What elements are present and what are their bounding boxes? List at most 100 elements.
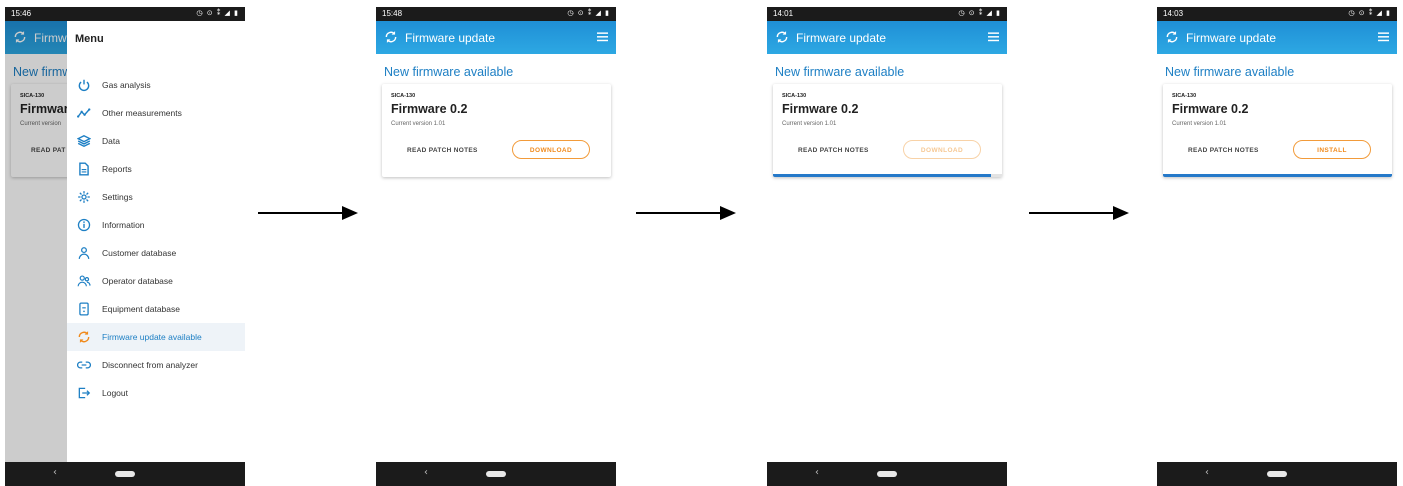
system-nav-bar: ‹ <box>767 462 1007 486</box>
person-icon <box>78 247 90 259</box>
app-bar: Firmware update <box>1157 21 1397 54</box>
menu-item-other-measurements[interactable]: Other measurements <box>67 99 245 127</box>
menu-item-information[interactable]: Information <box>67 211 245 239</box>
read-patch-notes-button[interactable]: READ PATCH NOTES <box>1188 147 1259 154</box>
analyzer-model: SICA-130 <box>782 93 807 99</box>
logout-icon <box>78 387 91 399</box>
status-icons: ◷ ⊙ ⁑ ◢ ▮ <box>1348 9 1391 17</box>
firmware-card: SICA-130 Firmware 0.2 Current version 1.… <box>1163 84 1392 177</box>
menu-item-data[interactable]: Data <box>67 127 245 155</box>
hamburger-menu-icon[interactable] <box>597 32 608 42</box>
app-bar-title: Firmware update <box>1186 31 1277 45</box>
menu-item-label: Customer database <box>102 248 177 258</box>
home-nav-icon[interactable] <box>115 471 135 477</box>
app-bar-title: Firmware update <box>405 31 496 45</box>
hamburger-menu-icon[interactable] <box>988 32 999 42</box>
current-version: Current version 1.01 <box>782 121 837 127</box>
status-time: 15:46 <box>11 9 32 18</box>
menu-item-gas-analysis[interactable]: Gas analysis <box>67 71 245 99</box>
download-progress-bar <box>1163 174 1392 177</box>
back-nav-icon[interactable]: ‹ <box>424 467 428 478</box>
menu-item-label: Firmware update available <box>102 332 202 342</box>
system-nav-bar: ‹ <box>376 462 616 486</box>
gear-icon <box>78 191 90 203</box>
status-bar: 15:48 ◷ ⊙ ⁑ ◢ ▮ <box>376 7 616 21</box>
menu-item-label: Equipment database <box>102 304 180 314</box>
back-nav-icon[interactable]: ‹ <box>815 467 819 478</box>
current-version: Current version 1.01 <box>391 121 446 127</box>
document-icon <box>79 162 89 176</box>
download-progress-fill <box>773 174 991 177</box>
download-button-disabled: DOWNLOAD <box>903 140 981 159</box>
back-nav-icon[interactable]: ‹ <box>53 467 57 478</box>
status-time: 14:01 <box>773 9 794 18</box>
device-icon <box>79 302 89 316</box>
phone-screen-menu: 15:46 ◷ ⊙ ⁑ ◢ ▮ Firmw New firmw SICA-130… <box>5 7 245 486</box>
menu-title: Menu <box>75 33 104 45</box>
menu-item-settings[interactable]: Settings <box>67 183 245 211</box>
menu-item-reports[interactable]: Reports <box>67 155 245 183</box>
menu-item-customer-database[interactable]: Customer database <box>67 239 245 267</box>
system-nav-bar: ‹ <box>1157 462 1397 486</box>
menu-item-label: Logout <box>102 388 128 398</box>
menu-item-label: Other measurements <box>102 108 182 118</box>
menu-item-label: Information <box>102 220 145 230</box>
firmware-card: SICA-130 Firmware 0.2 Current version 1.… <box>773 84 1002 177</box>
navigation-drawer: Menu Gas analysis Other measurements Dat… <box>67 21 245 462</box>
download-progress-fill <box>1163 174 1392 177</box>
power-icon <box>78 79 90 92</box>
hamburger-menu-icon[interactable] <box>1378 32 1389 42</box>
download-button[interactable]: DOWNLOAD <box>512 140 590 159</box>
home-nav-icon[interactable] <box>486 471 506 477</box>
status-icons: ◷ ⊙ ⁑ ◢ ▮ <box>958 9 1001 17</box>
info-icon <box>77 218 91 232</box>
refresh-icon <box>1166 31 1178 43</box>
install-button[interactable]: INSTALL <box>1293 140 1371 159</box>
firmware-card: SICA-130 Firmware 0.2 Current version 1.… <box>382 84 611 177</box>
firmware-version-title: Firmware 0.2 <box>1172 102 1249 116</box>
status-time: 15:48 <box>382 9 403 18</box>
firmware-version-title: Firmware 0.2 <box>391 102 468 116</box>
layers-icon <box>77 134 91 148</box>
link-icon <box>77 361 91 369</box>
menu-item-label: Data <box>102 136 120 146</box>
menu-item-label: Reports <box>102 164 132 174</box>
status-icons: ◷ ⊙ ⁑ ◢ ▮ <box>196 9 239 17</box>
status-bar: 15:46 ◷ ⊙ ⁑ ◢ ▮ <box>5 7 245 21</box>
back-nav-icon[interactable]: ‹ <box>1205 467 1209 478</box>
menu-item-label: Operator database <box>102 276 173 286</box>
home-nav-icon[interactable] <box>1267 471 1287 477</box>
read-patch-notes-button[interactable]: READ PATCH NOTES <box>798 147 869 154</box>
phone-screen-install: 14:03 ◷ ⊙ ⁑ ◢ ▮ Firmware update New firm… <box>1157 7 1397 486</box>
analyzer-model: SICA-130 <box>1172 93 1197 99</box>
line-chart-icon <box>77 108 91 118</box>
home-nav-icon[interactable] <box>877 471 897 477</box>
app-bar: Firmware update <box>376 21 616 54</box>
flow-arrow-icon <box>636 206 736 220</box>
analyzer-model: SICA-130 <box>391 93 416 99</box>
status-bar: 14:03 ◷ ⊙ ⁑ ◢ ▮ <box>1157 7 1397 21</box>
menu-item-disconnect[interactable]: Disconnect from analyzer <box>67 351 245 379</box>
menu-item-equipment-database[interactable]: Equipment database <box>67 295 245 323</box>
page-heading: New firmware available <box>775 65 905 79</box>
status-icons: ◷ ⊙ ⁑ ◢ ▮ <box>567 9 610 17</box>
page-heading: New firmware available <box>384 65 514 79</box>
status-bar: 14:01 ◷ ⊙ ⁑ ◢ ▮ <box>767 7 1007 21</box>
refresh-icon <box>385 31 397 43</box>
menu-item-operator-database[interactable]: Operator database <box>67 267 245 295</box>
firmware-version-title: Firmware 0.2 <box>782 102 859 116</box>
current-version: Current version 1.01 <box>1172 121 1227 127</box>
refresh-icon <box>78 331 90 343</box>
menu-item-label: Disconnect from analyzer <box>102 360 198 370</box>
status-time: 14:03 <box>1163 9 1184 18</box>
refresh-icon <box>776 31 788 43</box>
menu-item-firmware-update[interactable]: Firmware update available <box>67 323 245 351</box>
menu-item-logout[interactable]: Logout <box>67 379 245 407</box>
download-progress-bar <box>773 174 1002 177</box>
read-patch-notes-button[interactable]: READ PATCH NOTES <box>407 147 478 154</box>
page-heading: New firmware available <box>1165 65 1295 79</box>
app-bar-title: Firmware update <box>796 31 887 45</box>
people-icon <box>77 275 91 287</box>
menu-item-label: Settings <box>102 192 133 202</box>
app-bar: Firmware update <box>767 21 1007 54</box>
